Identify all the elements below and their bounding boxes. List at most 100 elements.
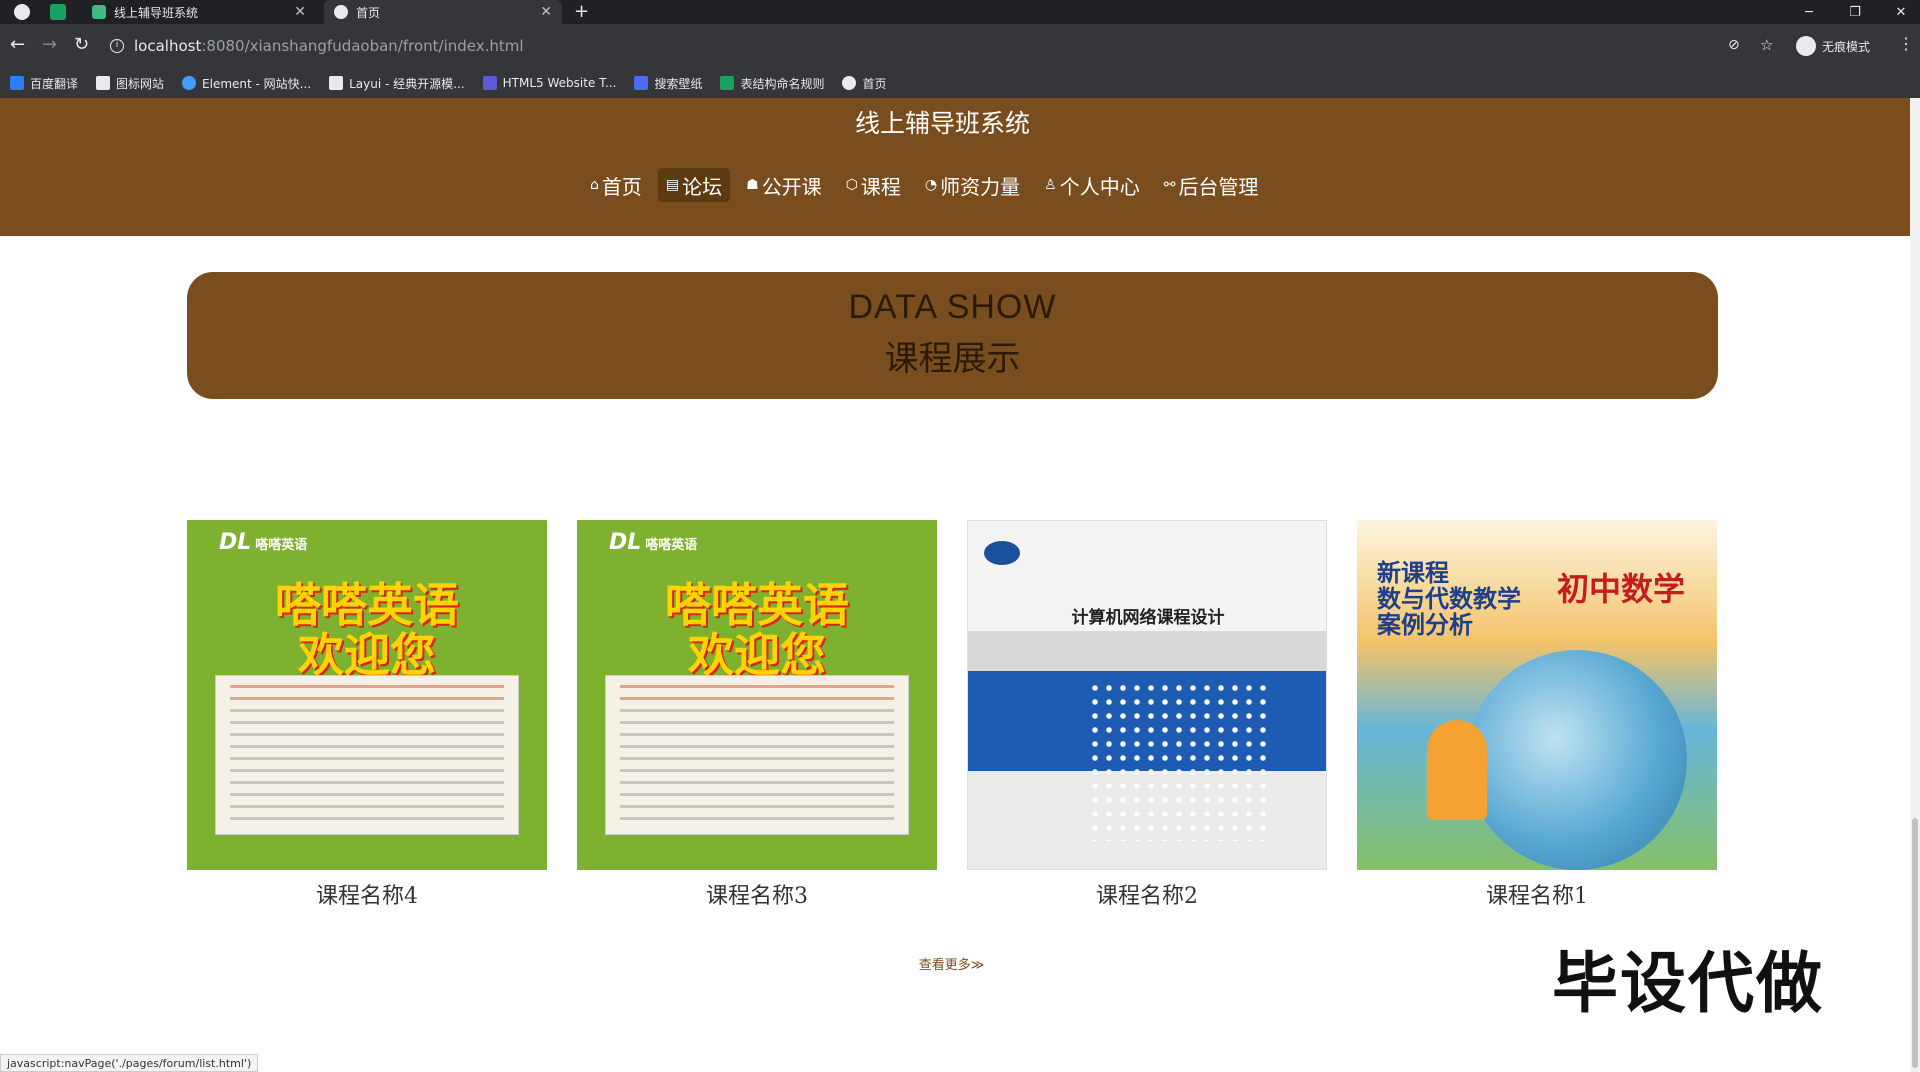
cover-band [968,631,1326,671]
incognito-indicator[interactable]: 无痕模式 [1796,36,1870,56]
course-cover-image[interactable]: 计算机网络课程设计 [967,520,1327,870]
url-path: :8080/xianshangfudaoban/front/index.html [201,37,524,55]
star-icon[interactable]: ☆ [1760,36,1773,54]
new-tab-button[interactable]: + [574,1,589,22]
nav-label: 课程 [860,174,901,199]
bookmark-label: 首页 [862,76,887,91]
close-window-button[interactable]: ✕ [1878,0,1920,24]
cover-title-line: 案例分析 [1377,611,1473,639]
close-tab-icon[interactable]: ✕ [294,4,306,20]
cover-text-block [605,675,909,835]
course-cover-image[interactable]: 新课程 数与代数教学 案例分析 初中数学 [1357,520,1717,870]
course-cover-image[interactable]: DL 嗒嗒英语 嗒嗒英语 欢迎您 [187,520,547,870]
cover-footer [577,840,937,870]
bookmark-item[interactable]: Layui - 经典开源模... [329,75,465,92]
bookmark-item[interactable]: 搜索壁纸 [634,75,702,92]
student-illustration [1427,720,1487,820]
bookmark-label: 图标网站 [116,76,165,91]
wallpaper-icon [634,76,649,90]
watermark-text: 毕设代做 [1552,945,1824,1022]
course-name[interactable]: 课程名称3 [577,878,937,910]
course-name[interactable]: 课程名称2 [967,878,1327,910]
info-icon[interactable]: i [110,39,124,53]
course-name[interactable]: 课程名称4 [187,878,547,910]
course-icon: ⬡ [845,177,858,193]
html5-icon [482,76,497,90]
nav-item-admin[interactable]: ⚯ 后台管理 [1156,168,1267,202]
bookmark-item[interactable]: 百度翻译 [10,75,78,92]
nav-label: 论坛 [682,174,723,199]
tab-system[interactable]: 线上辅导班系统 ✕ [82,0,316,24]
nav-item-open-course[interactable]: ☗ 公开课 [738,168,830,202]
tab-title: 首页 [356,5,381,20]
table-icon [720,76,735,90]
headline-line: 欢迎您 [688,628,826,682]
cover-headline: 嗒嗒英语 欢迎您 [577,580,937,680]
url-host: localhost [134,37,202,55]
graduation-cap-icon: ☗ [746,177,759,193]
nav-label: 后台管理 [1178,174,1259,199]
course-card[interactable]: 计算机网络课程设计 课程名称2 [967,520,1327,910]
restore-button[interactable]: ❐ [1832,0,1878,24]
menu-icon[interactable]: ⋮ [1898,34,1914,53]
banner-title-en: DATA SHOW [848,288,1057,326]
bookmark-item[interactable]: HTML5 Website T... [482,76,617,90]
cover-headline: 嗒嗒英语 欢迎您 [187,580,547,680]
cover-logo: DL 嗒嗒英语 [609,530,697,555]
nav-item-profile[interactable]: ♙ 个人中心 [1036,168,1148,202]
bookmark-label: Element - 网站快... [202,76,312,91]
logo-sub: 嗒嗒英语 [645,538,698,553]
course-list: DL 嗒嗒英语 嗒嗒英语 欢迎您 课程名称4 DL 嗒嗒英语 嗒嗒英语 欢迎您 课程名称… [187,520,1718,909]
close-tab-icon[interactable]: ✕ [540,4,552,20]
bookmark-label: HTML5 Website T... [502,76,617,90]
nav-label: 公开课 [761,174,822,199]
bookmark-label: 搜索壁纸 [654,76,703,91]
page-viewport: 线上辅导班系统 ⌂ 首页 ▤ 论坛 ☗ 公开课 ⬡ 课程 ◔ 师资力量 ♙ 个人… [0,98,1910,1072]
headline-line: 嗒嗒英语 [275,578,459,632]
course-cover-image[interactable]: DL 嗒嗒英语 嗒嗒英语 欢迎您 [577,520,937,870]
pinned-tab-icon[interactable] [14,4,30,20]
reload-icon[interactable]: ↻ [74,34,89,55]
bookmark-label: Layui - 经典开源模... [349,76,465,91]
bookmark-item[interactable]: Element - 网站快... [182,75,311,92]
globe-icon [334,5,348,19]
cover-dot-pattern [1088,681,1268,841]
page-scrollbar[interactable] [1910,98,1920,1072]
nav-item-course[interactable]: ⬡ 课程 [838,168,909,202]
pinned-tab-sheet-icon[interactable] [50,4,66,20]
status-bar-url: javascript:navPage('./pages/forum/list.h… [0,1054,259,1072]
cover-text-block [215,675,519,835]
cover-title: 新课程 数与代数教学 案例分析 [1377,560,1521,638]
cover-logo: DL 嗒嗒英语 [219,530,307,555]
back-icon[interactable]: ← [10,34,25,55]
bookmark-item[interactable]: 图标网站 [96,75,164,92]
eye-off-icon[interactable]: ⊘ [1728,37,1740,53]
course-card[interactable]: 新课程 数与代数教学 案例分析 初中数学 课程名称1 [1357,520,1717,910]
course-card[interactable]: DL 嗒嗒英语 嗒嗒英语 欢迎您 课程名称4 [187,520,547,910]
headline-line: 嗒嗒英语 [665,578,849,632]
flag-icon [96,76,111,90]
tab-home[interactable]: 首页 ✕ [324,0,562,24]
nav-item-teachers[interactable]: ◔ 师资力量 [917,168,1028,202]
forum-icon: ▤ [665,177,680,193]
minimize-button[interactable]: ─ [1786,0,1832,24]
cover-title-line: 数与代数教学 [1377,585,1521,613]
nav-item-forum[interactable]: ▤ 论坛 [657,168,731,202]
element-icon [182,76,197,90]
nav-label: 首页 [601,174,642,199]
bookmark-label: 百度翻译 [30,76,79,91]
incognito-label: 无痕模式 [1822,39,1871,54]
forward-icon[interactable]: → [42,34,57,55]
course-card[interactable]: DL 嗒嗒英语 嗒嗒英语 欢迎您 课程名称3 [577,520,937,910]
nav-item-home[interactable]: ⌂ 首页 [582,168,650,202]
bookmark-item[interactable]: 表结构命名规则 [720,75,824,92]
url-field[interactable]: i localhost :8080/xianshangfudaoban/fron… [110,30,1710,62]
link-icon: ⚯ [1163,177,1176,193]
bookmark-item[interactable]: 首页 [842,75,887,92]
scrollbar-thumb[interactable] [1912,818,1918,1068]
logo-sub: 嗒嗒英语 [255,538,308,553]
course-name[interactable]: 课程名称1 [1357,878,1717,910]
nav-label: 个人中心 [1059,174,1140,199]
address-bar-row: ← → ↻ i localhost :8080/xianshangfudaoba… [0,24,1920,68]
main-nav: ⌂ 首页 ▤ 论坛 ☗ 公开课 ⬡ 课程 ◔ 师资力量 ♙ 个人中心 ⚯ 后台管… [582,168,1266,202]
